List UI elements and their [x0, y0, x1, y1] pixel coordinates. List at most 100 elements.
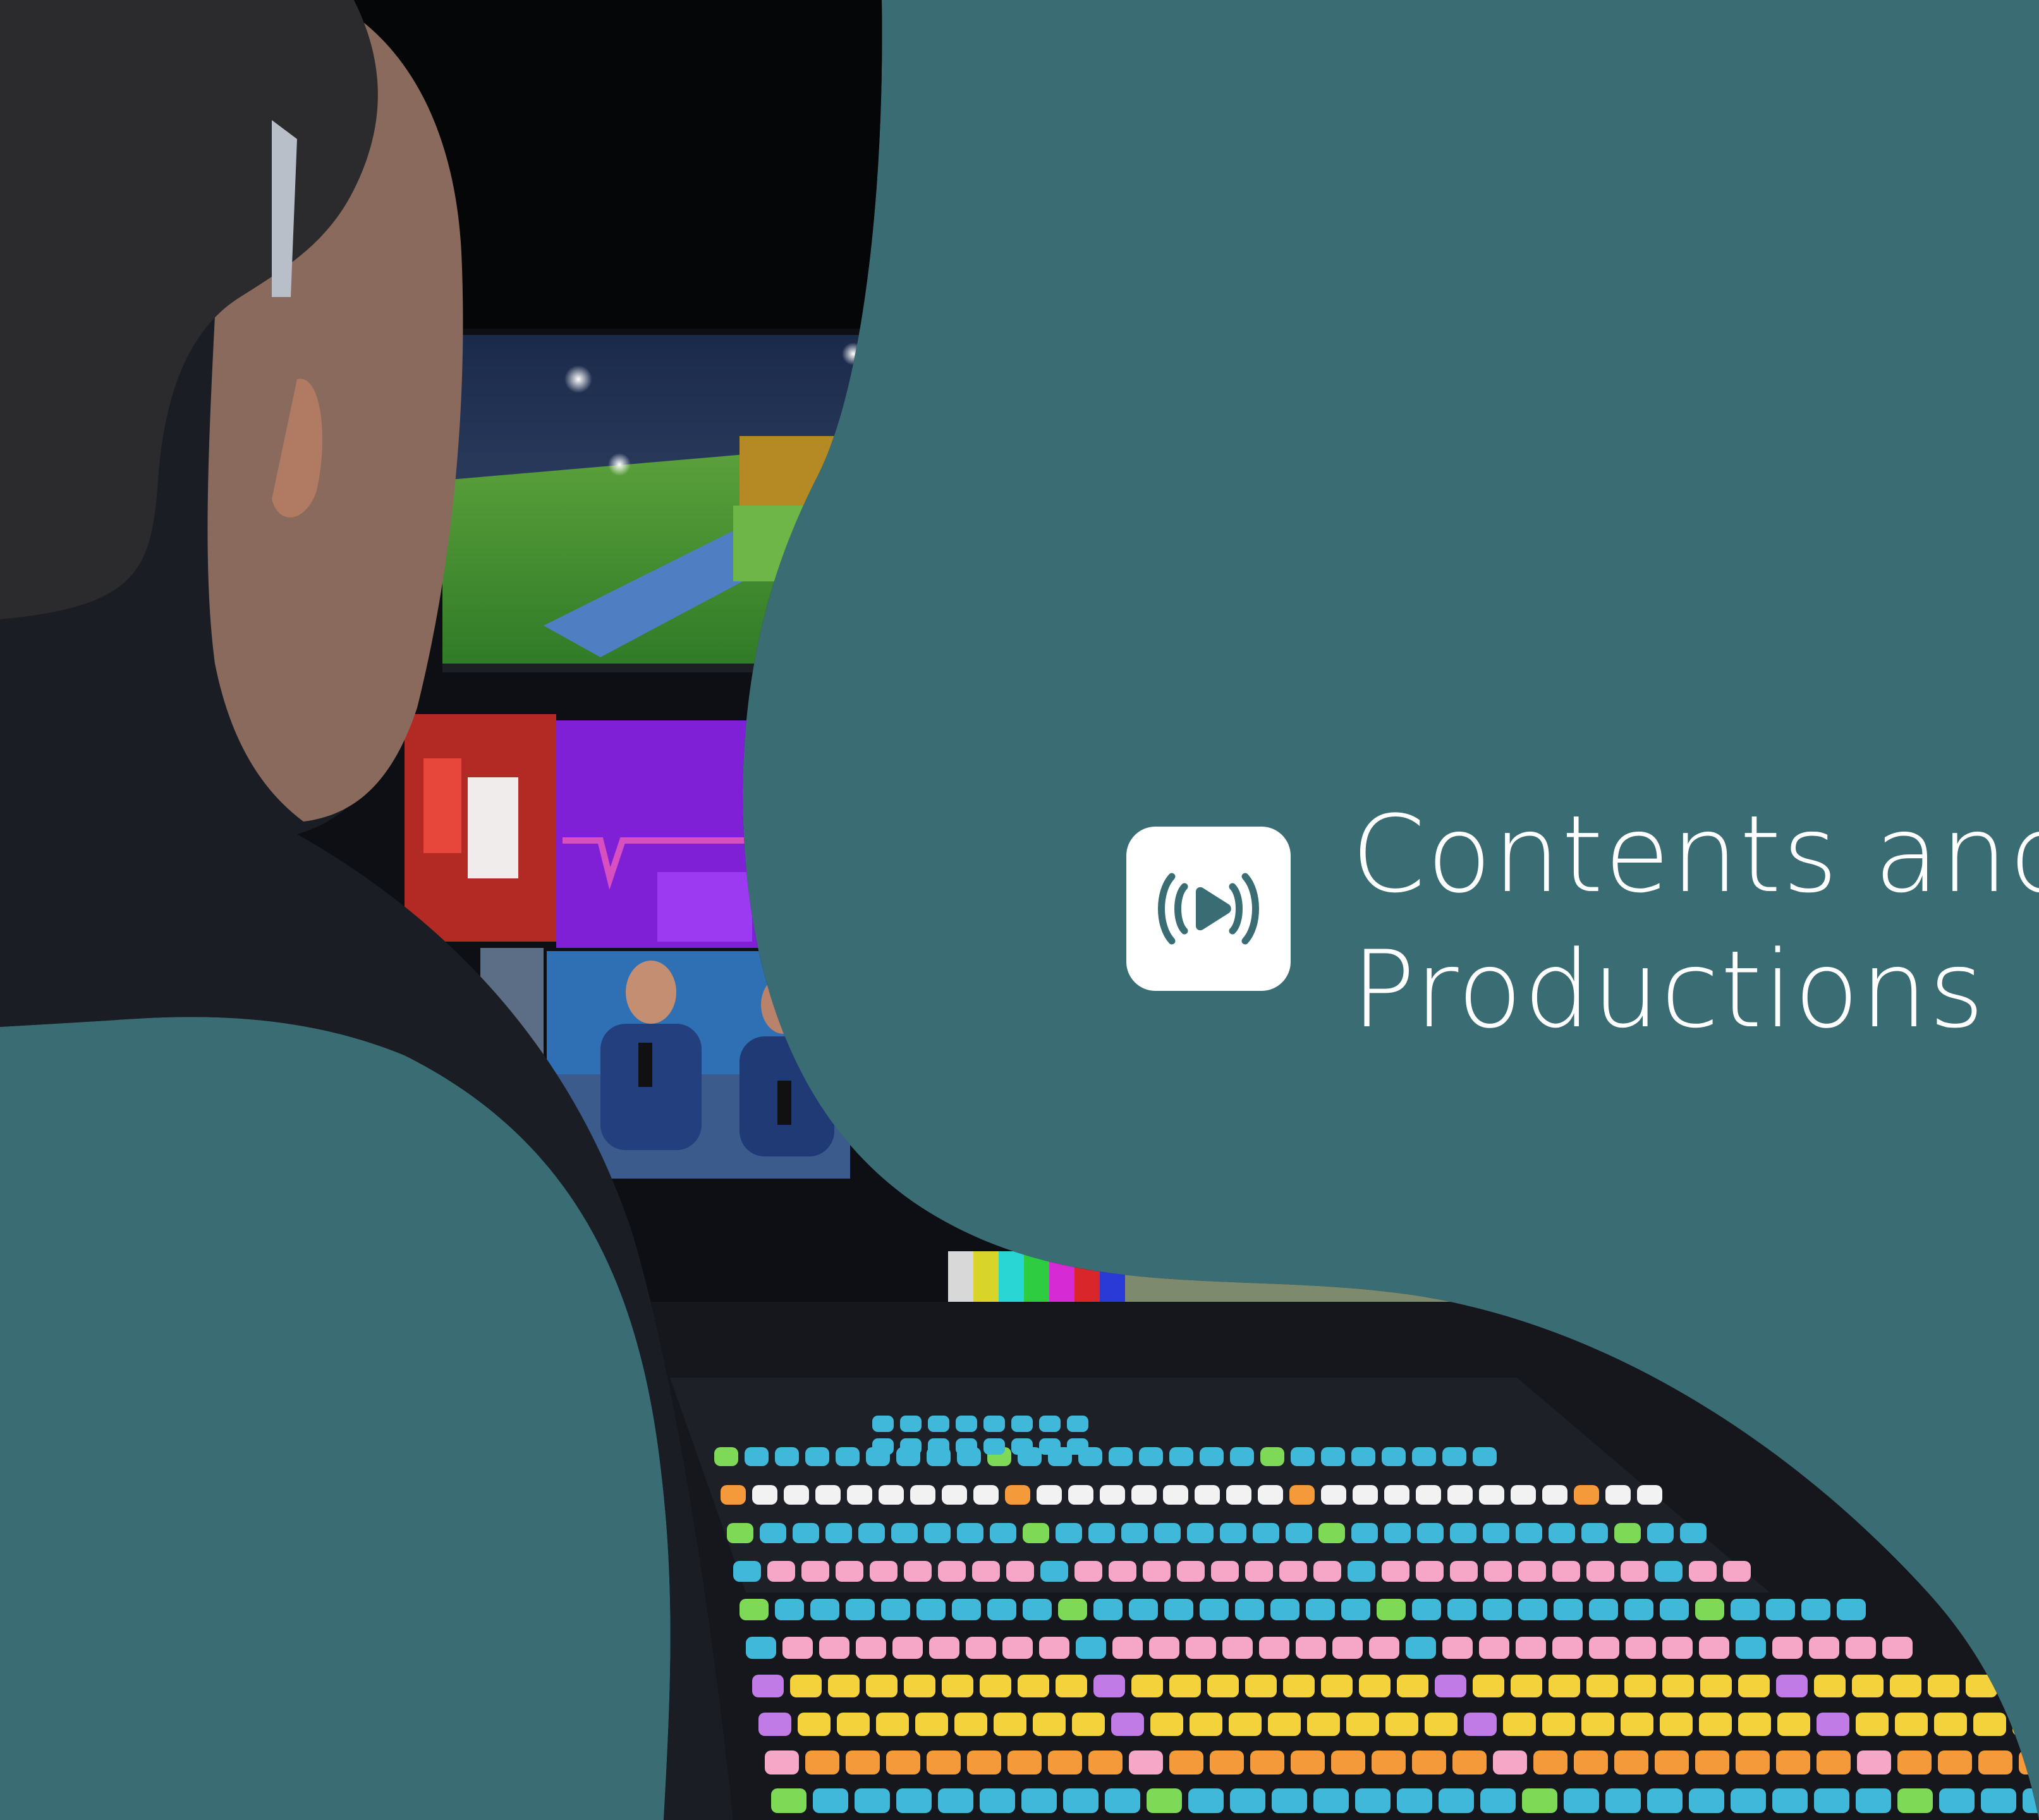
console-key [1928, 1675, 1959, 1697]
console-key [1313, 1561, 1341, 1582]
console-key [847, 1485, 872, 1505]
console-key [896, 1788, 932, 1813]
console-key [1259, 1637, 1289, 1659]
console-key [1699, 1637, 1729, 1659]
console-key [1503, 1713, 1536, 1736]
console-key [1452, 1750, 1487, 1774]
console-key [1056, 1675, 1087, 1697]
console-key [1581, 1523, 1608, 1543]
console-key [1412, 1750, 1446, 1774]
console-key [1331, 1750, 1365, 1774]
console-key [1511, 1485, 1536, 1505]
console-key [1689, 1788, 1724, 1813]
console-key [927, 1750, 961, 1774]
console-key [837, 1713, 870, 1736]
console-key [813, 1788, 848, 1813]
console-key [1736, 1637, 1766, 1659]
console-key [1624, 1599, 1653, 1620]
console-key [1150, 1713, 1183, 1736]
console-key [1105, 1788, 1140, 1813]
console-key [1149, 1637, 1179, 1659]
console-key [1169, 1675, 1201, 1697]
console-key [1516, 1523, 1542, 1543]
console-key [924, 1523, 951, 1543]
console-key [1245, 1561, 1273, 1582]
console-key [1023, 1599, 1052, 1620]
console-key [1346, 1713, 1379, 1736]
console-key [1291, 1447, 1315, 1466]
console-key [1023, 1523, 1049, 1543]
console-key [1695, 1750, 1729, 1774]
console-key [1321, 1447, 1345, 1466]
console-key [1605, 1788, 1641, 1813]
console-key [1018, 1675, 1049, 1697]
console-key [879, 1485, 904, 1505]
console-key [1169, 1447, 1193, 1466]
console-key [1260, 1447, 1284, 1466]
console-key [790, 1675, 822, 1697]
console-key [942, 1675, 973, 1697]
console-key [1068, 1485, 1093, 1505]
console-key [1129, 1750, 1163, 1774]
console-key [1005, 1485, 1030, 1505]
console-key [1442, 1447, 1466, 1466]
console-key [1200, 1599, 1229, 1620]
console-key [910, 1485, 935, 1505]
console-key [1372, 1750, 1406, 1774]
console-key [1772, 1637, 1803, 1659]
console-key [856, 1637, 886, 1659]
console-key [1109, 1561, 1136, 1582]
console-key [1351, 1447, 1375, 1466]
console-key [1981, 1788, 2016, 1813]
console-key [1076, 1637, 1106, 1659]
console-key [1817, 1713, 1849, 1736]
console-key [891, 1523, 918, 1543]
console-key [1307, 1713, 1340, 1736]
title-line-2: Productions [1351, 928, 1986, 1052]
console-key [1680, 1523, 1707, 1543]
console-key [1074, 1561, 1102, 1582]
console-key [980, 1788, 1015, 1813]
console-key [1412, 1447, 1436, 1466]
console-key [1063, 1788, 1099, 1813]
page-title: Contents and Productions [1351, 787, 2039, 1057]
console-key [1109, 1447, 1133, 1466]
console-key [1564, 1788, 1599, 1813]
console-key [1897, 1788, 1933, 1813]
console-key [1397, 1788, 1432, 1813]
console-key [1442, 1637, 1473, 1659]
console-key [1417, 1523, 1444, 1543]
console-key [1522, 1788, 1557, 1813]
console-key [983, 1438, 1005, 1455]
console-key [1100, 1485, 1125, 1505]
console-key [1011, 1416, 1033, 1432]
console-key [1058, 1599, 1087, 1620]
console-key [1574, 1485, 1599, 1505]
console-key [881, 1599, 910, 1620]
console-key [1736, 1750, 1770, 1774]
console-key [1934, 1713, 1967, 1736]
console-key [1493, 1750, 1527, 1774]
console-key [1483, 1599, 1512, 1620]
console-key [1589, 1637, 1619, 1659]
console-key [1250, 1750, 1284, 1774]
console-key [1837, 1599, 1866, 1620]
console-key [1416, 1561, 1444, 1582]
console-key [990, 1523, 1016, 1543]
console-key [1473, 1675, 1504, 1697]
console-key [983, 1416, 1005, 1432]
console-key [1723, 1561, 1751, 1582]
console-key [846, 1599, 875, 1620]
console-key [967, 1750, 1001, 1774]
console-key [1093, 1675, 1125, 1697]
console-key [1229, 1713, 1262, 1736]
console-key [1484, 1561, 1512, 1582]
console-key [1621, 1713, 1653, 1736]
console-key [1439, 1788, 1474, 1813]
console-key [746, 1637, 776, 1659]
console-key [904, 1561, 932, 1582]
console-key [1895, 1713, 1928, 1736]
console-key [1088, 1750, 1123, 1774]
console-key [1291, 1750, 1325, 1774]
console-key [870, 1561, 898, 1582]
